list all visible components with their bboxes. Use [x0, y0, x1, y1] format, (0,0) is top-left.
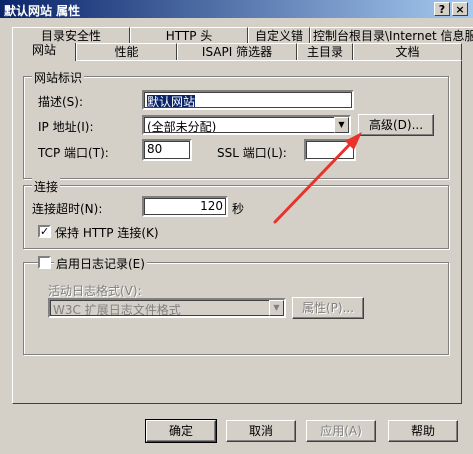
apply-button[interactable]: 应用(A) [306, 420, 376, 442]
tab-label: 主目录 [306, 45, 343, 59]
ip-address-value: (全部未分配) [147, 120, 217, 134]
tab-console-root[interactable]: 控制台根目录\Internet 信息服 [310, 27, 473, 43]
log-format-select[interactable]: W3C 扩展日志文件格式 ▼ [48, 298, 286, 318]
log-format-label: 活动日志格式(V): [48, 284, 142, 298]
tcp-port-value: 80 [147, 142, 163, 156]
advanced-button[interactable]: 高级(D)... [358, 114, 434, 136]
tab-performance[interactable]: 性能 [76, 43, 177, 61]
tab-label: 控制台根目录\Internet 信息服 [313, 29, 473, 43]
ip-address-select[interactable]: (全部未分配) ▼ [142, 115, 351, 135]
enable-logging-checkbox[interactable] [38, 256, 51, 269]
connection-timeout-input[interactable]: 120 [142, 196, 228, 217]
chevron-down-icon[interactable]: ▼ [334, 117, 349, 133]
close-icon: × [455, 3, 465, 16]
connection-timeout-value: 120 [200, 199, 223, 213]
ok-button[interactable]: 确定 [145, 419, 217, 443]
tab-label: HTTP 头 [165, 29, 213, 43]
enable-logging-label[interactable]: 启用日志记录(E) [54, 255, 147, 272]
ssl-port-label: SSL 端口(L): [217, 146, 287, 160]
tab-isapi-filters[interactable]: ISAPI 筛选器 [177, 43, 297, 61]
ip-address-label: IP 地址(I): [38, 120, 94, 134]
tab-documents[interactable]: 文档 [353, 43, 462, 61]
tab-label: 目录安全性 [40, 29, 101, 43]
tab-row-back: 目录安全性 HTTP 头 自定义错 控制台根目录\Internet 信息服 [12, 27, 473, 43]
tcp-port-label: TCP 端口(T): [38, 146, 109, 160]
logging-group: 启用日志记录(E) 活动日志格式(V): W3C 扩展日志文件格式 ▼ 属性(P… [23, 255, 449, 355]
group-title: 连接 [32, 178, 61, 195]
tab-panel: 网站标识 描述(S): 默认网站 IP 地址(I): (全部未分配) ▼ 高级(… [12, 60, 462, 404]
description-input[interactable]: 默认网站 [142, 90, 354, 110]
seconds-unit-label: 秒 [232, 202, 245, 216]
tab-label: 文档 [395, 45, 420, 59]
website-identification-group: 网站标识 描述(S): 默认网站 IP 地址(I): (全部未分配) ▼ 高级(… [23, 69, 449, 179]
chevron-down-icon[interactable]: ▼ [269, 300, 284, 316]
title-bar: 默认网站 属性 ? × [0, 0, 473, 18]
tab-label: 性能 [114, 45, 139, 59]
ssl-port-input[interactable] [304, 139, 356, 161]
tab-label: 自定义错 [254, 29, 303, 43]
tab-label: 网站 [31, 43, 56, 57]
tab-row-front: 网站 性能 ISAPI 筛选器 主目录 文档 [12, 43, 473, 61]
tab-website[interactable]: 网站 [12, 43, 76, 61]
tab-custom-errors[interactable]: 自定义错 [248, 27, 310, 43]
cancel-button[interactable]: 取消 [226, 420, 296, 442]
group-title: 网站标识 [32, 69, 85, 86]
tcp-port-input[interactable]: 80 [142, 139, 192, 161]
description-value: 默认网站 [147, 95, 196, 109]
tab-home-directory[interactable]: 主目录 [297, 43, 353, 61]
help-button[interactable]: ? [434, 2, 450, 16]
log-format-value: W3C 扩展日志文件格式 [53, 303, 181, 317]
window-title: 默认网站 属性 [4, 4, 81, 18]
description-label: 描述(S): [38, 95, 84, 109]
tab-label: ISAPI 筛选器 [201, 45, 273, 59]
log-properties-button[interactable]: 属性(P)... [292, 297, 364, 319]
help-footer-button[interactable]: 帮助 [388, 420, 458, 442]
keepalive-checkbox[interactable]: ✓ [38, 225, 51, 238]
tab-directory-security[interactable]: 目录安全性 [12, 27, 130, 43]
keepalive-label[interactable]: 保持 HTTP 连接(K) [55, 224, 159, 241]
connection-timeout-label: 连接超时(N): [32, 202, 103, 216]
tab-http-headers[interactable]: HTTP 头 [130, 27, 248, 43]
question-mark-icon: ? [438, 3, 446, 16]
connection-group: 连接 连接超时(N): 120 秒 ✓ 保持 HTTP 连接(K) [23, 178, 449, 249]
close-button[interactable]: × [452, 2, 468, 16]
checkmark-icon: ✓ [40, 225, 50, 238]
